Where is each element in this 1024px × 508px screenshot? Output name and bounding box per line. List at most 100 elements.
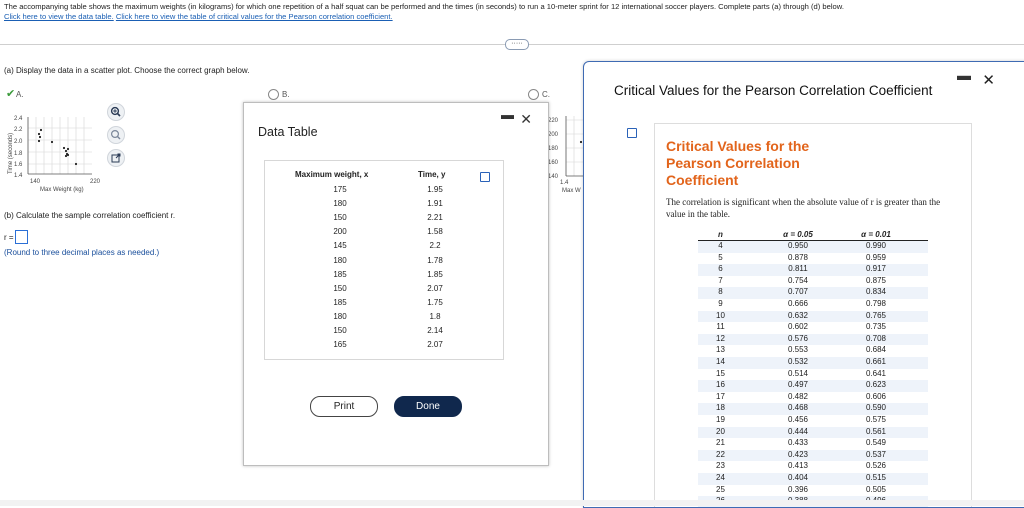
time-cell: 1.91 [427, 199, 443, 209]
cv-n-cell: 16 [716, 380, 725, 390]
copy-icon[interactable] [627, 128, 637, 138]
option-b-radio[interactable] [268, 89, 279, 100]
weight-cell: 185 [333, 269, 347, 279]
graph-c-ytick: 180 [548, 146, 559, 152]
graph-a-xtick: 220 [90, 179, 101, 185]
graph-a[interactable]: 2.4 2.2 2.0 1.8 1.6 1.4 140 220 Max Weig… [6, 112, 116, 204]
cv-n-cell: 22 [716, 449, 725, 459]
cv-row: 6 0.811 0.917 [698, 264, 928, 276]
cv-col-005: α = 0.05 [783, 230, 813, 239]
cv-n-cell: 18 [716, 403, 725, 413]
weight-cell: 150 [333, 213, 347, 223]
cv-n-cell: 13 [716, 345, 725, 355]
cv-n-cell: 19 [716, 415, 725, 424]
done-button[interactable]: Done [394, 396, 462, 417]
graph-a-ytick: 1.8 [14, 151, 23, 157]
graph-a-svg: 2.4 2.2 2.0 1.8 1.6 1.4 140 220 Max Weig… [8, 116, 101, 193]
view-data-table-link[interactable]: Click here to view the data table. [4, 12, 114, 21]
r-label: r = [4, 233, 14, 242]
graph-a-ylabel: Time (seconds) [8, 133, 14, 174]
cv-alpha001-cell: 0.561 [865, 426, 887, 436]
weight-cell: 180 [333, 255, 347, 265]
cv-alpha001-cell: 0.515 [865, 473, 887, 482]
cv-alpha005-cell: 0.413 [787, 461, 809, 471]
check-icon: ✔ [6, 88, 16, 100]
time-cell: 1.85 [427, 269, 443, 279]
cv-n-cell: 8 [718, 287, 723, 297]
cv-alpha005-cell: 0.456 [787, 415, 809, 424]
cv-n-cell: 5 [718, 252, 723, 262]
cv-alpha005-cell: 0.514 [787, 368, 809, 378]
cv-alpha001-cell: 0.623 [865, 380, 887, 390]
zoom-out-icon[interactable] [107, 126, 125, 144]
graph-c-svg: 220 200 180 160 140 1.4 Max W [548, 116, 584, 194]
critical-values-window-title: Critical Values for the Pearson Correlat… [614, 83, 933, 98]
weight-cell: 185 [333, 297, 347, 307]
cv-row: 8 0.707 0.834 [698, 287, 928, 299]
cv-row: 10 0.632 0.765 [698, 310, 928, 323]
time-cell: 1.58 [427, 227, 443, 237]
time-cell: 1.78 [427, 255, 443, 265]
cv-row: 25 0.396 0.505 [698, 485, 928, 497]
cv-row: 23 0.413 0.526 [698, 461, 928, 473]
cv-alpha001-cell: 0.708 [865, 333, 887, 343]
print-button[interactable]: Print [310, 396, 378, 417]
cv-n-cell: 12 [716, 333, 725, 343]
weight-cell: 175 [333, 185, 347, 194]
weight-cell: 180 [333, 311, 347, 321]
part-b-prompt: (b) Calculate the sample correlation coe… [4, 211, 176, 220]
cv-row: 14 0.532 0.661 [698, 357, 928, 369]
cv-row: 13 0.553 0.684 [698, 345, 928, 357]
cv-row: 11 0.602 0.735 [698, 322, 928, 334]
cv-alpha005-cell: 0.404 [787, 473, 809, 482]
zoom-in-icon[interactable] [107, 103, 125, 121]
cv-col-n: n [718, 230, 723, 239]
minimize-icon[interactable]: ▬ [957, 67, 971, 83]
view-critical-values-link[interactable]: Click here to view the table of critical… [116, 12, 393, 21]
cv-alpha005-cell: 0.632 [787, 310, 809, 320]
cv-alpha001-cell: 0.875 [865, 275, 887, 285]
graph-a-ytick: 1.4 [14, 173, 23, 179]
time-cell: 2.07 [427, 340, 443, 350]
cv-n-cell: 7 [718, 275, 723, 285]
close-icon[interactable]: ✕ [982, 71, 995, 89]
critical-values-heading: Critical Values for the Pearson Correlat… [666, 138, 810, 188]
weight-cell: 180 [333, 199, 347, 209]
expand-icon[interactable] [107, 149, 125, 167]
cv-alpha001-cell: 0.505 [865, 484, 887, 494]
cv-n-cell: 11 [716, 322, 725, 332]
cv-n-cell: 6 [718, 264, 723, 274]
cv-alpha005-cell: 0.576 [787, 333, 809, 343]
cv-row: 16 0.497 0.623 [698, 380, 928, 392]
cv-alpha001-cell: 0.990 [865, 241, 887, 250]
graph-c[interactable]: 220 200 180 160 140 1.4 Max W [544, 112, 584, 197]
cv-alpha005-cell: 0.602 [787, 322, 809, 332]
graph-c-ytick: 160 [548, 160, 559, 166]
more-button[interactable]: ····· [505, 39, 529, 50]
cv-alpha001-cell: 0.537 [865, 449, 887, 459]
critical-values-panel: Critical Values for the Pearson Correlat… [654, 123, 972, 507]
r-answer-input[interactable] [15, 230, 28, 244]
cv-alpha001-cell: 0.798 [865, 299, 887, 308]
part-a-prompt: (a) Display the data in a scatter plot. … [4, 66, 250, 75]
minimize-icon[interactable]: ▬ [501, 107, 514, 122]
cv-alpha001-cell: 0.765 [865, 310, 887, 320]
cv-n-cell: 17 [716, 391, 725, 401]
cv-alpha005-cell: 0.423 [787, 449, 809, 459]
cv-row: 15 0.514 0.641 [698, 369, 928, 381]
cv-alpha005-cell: 0.666 [787, 299, 809, 308]
links-line: Click here to view the data table. Click… [4, 12, 393, 21]
cv-row: 4 0.950 0.990 [698, 241, 928, 253]
cv-n-cell: 23 [716, 461, 725, 471]
time-cell: 2.07 [427, 283, 443, 293]
cv-alpha005-cell: 0.444 [787, 426, 809, 436]
time-cell: 2.21 [427, 213, 443, 223]
cv-alpha001-cell: 0.590 [865, 403, 887, 413]
graph-c-ytick: 200 [548, 132, 559, 138]
cv-alpha005-cell: 0.468 [787, 403, 809, 413]
option-c-radio[interactable] [528, 89, 539, 100]
graph-a-xlabel: Max Weight (kg) [40, 187, 84, 193]
close-icon[interactable]: ✕ [520, 111, 532, 128]
weight-cell: 165 [333, 340, 347, 350]
cv-n-cell: 24 [716, 473, 725, 482]
